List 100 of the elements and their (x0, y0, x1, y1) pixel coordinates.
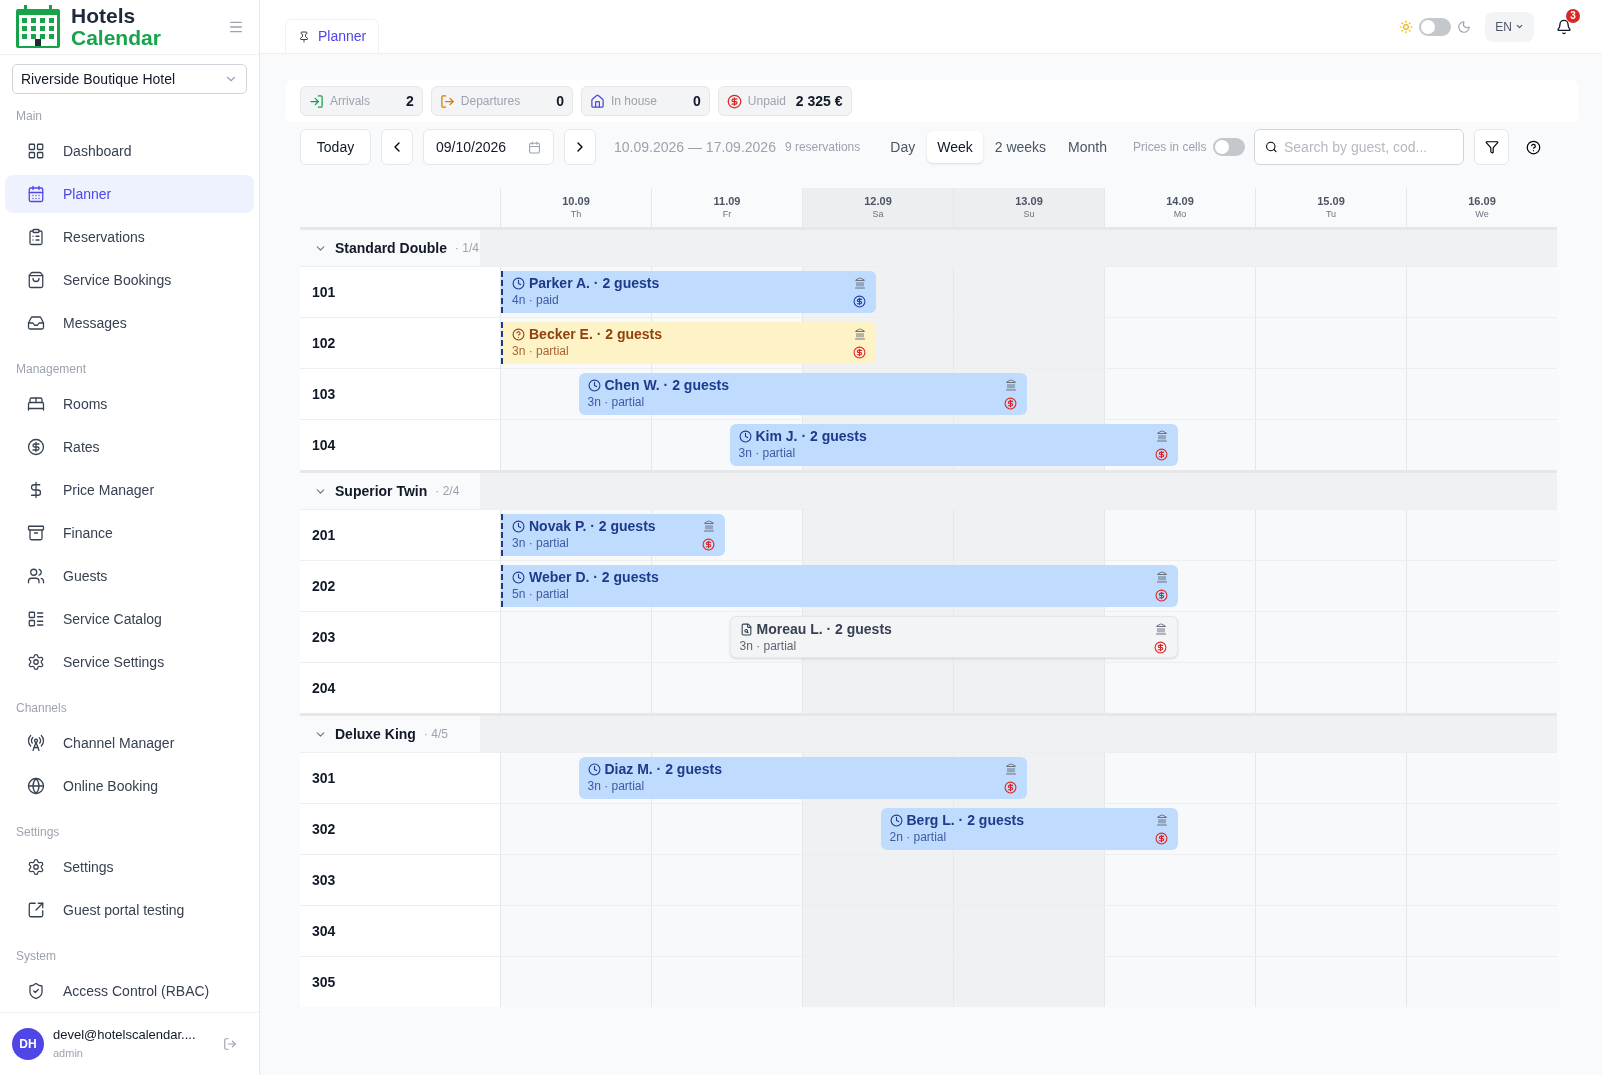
globe-icon (27, 777, 45, 795)
booking-bar[interactable]: Novak P. · 2 guests 3n · partial (501, 514, 725, 556)
hotel-select[interactable]: Riverside Boutique Hotel (12, 64, 247, 94)
nav-item[interactable]: Messages (5, 304, 254, 342)
user-email: devel@hotelscalendar.... (53, 1026, 196, 1044)
user-avatar: DH (12, 1028, 44, 1060)
day-weekday: We (1475, 208, 1489, 220)
view-tab[interactable]: Week (927, 131, 983, 163)
nav-item[interactable]: Online Booking (5, 767, 254, 805)
booking-bar[interactable]: Parker A. · 2 guests 4n · paid (501, 271, 876, 313)
nav-item[interactable]: Access Control (RBAC) (5, 972, 254, 1010)
calendar-icon (27, 185, 45, 203)
booking-bar[interactable]: Kim J. · 2 guests 3n · partial (729, 424, 1178, 466)
logout-icon[interactable] (223, 1037, 237, 1051)
section-label: Management (15, 361, 88, 378)
booking-bar[interactable]: Berg L. · 2 guests 2n · partial (880, 808, 1178, 850)
nav-item[interactable]: Channel Manager (5, 724, 254, 762)
booking-guest: Moreau L. · 2 guests (756, 620, 892, 638)
search-field[interactable]: Search by guest, cod... (1284, 136, 1454, 158)
nav-item[interactable]: Service Catalog (5, 600, 254, 638)
stat-value: 0 (693, 91, 701, 111)
inbox-icon (27, 314, 45, 332)
previous-button[interactable] (381, 129, 413, 165)
booking-bar[interactable]: Becker E. · 2 guests 3n · partial (501, 322, 876, 364)
nav-item[interactable]: Settings (5, 848, 254, 886)
collapse-sidebar-icon[interactable] (228, 19, 244, 35)
today-button[interactable]: Today (300, 129, 371, 165)
nav-item[interactable]: Planner (5, 175, 254, 213)
search-box[interactable]: Search by guest, cod... (1254, 129, 1465, 165)
dashboard-icon (27, 142, 45, 160)
day-date: 12.09 (864, 194, 892, 208)
bank-icon (1004, 763, 1017, 775)
bank-icon (1004, 379, 1017, 391)
theme-toggle[interactable] (1419, 17, 1452, 36)
language-select[interactable]: EN (1485, 11, 1534, 42)
clock-icon (512, 276, 525, 290)
booking-guest: Diaz M. · 2 guests (604, 760, 722, 778)
external-link-icon (27, 901, 45, 919)
date-field[interactable]: 09/10/2026 (423, 129, 554, 165)
prices-label: Prices in cells (1133, 139, 1207, 156)
booking-bar[interactable]: Chen W. · 2 guests 3n · partial (578, 373, 1027, 415)
booking-detail: 3n · partial (512, 535, 569, 552)
room-count: · 2/4 (435, 483, 460, 500)
room-number: 102 (312, 333, 336, 353)
room-number: 202 (312, 576, 336, 596)
clock-icon (512, 519, 525, 533)
day-weekday: Mo (1173, 208, 1187, 220)
filter-button[interactable] (1474, 129, 1510, 165)
bank-icon (1155, 430, 1168, 442)
booking-bar[interactable]: Weber D. · 2 guests 5n · partial (501, 565, 1178, 607)
nav-item[interactable]: Guests (5, 557, 254, 595)
view-tab[interactable]: Month (1058, 131, 1118, 163)
pin-icon (298, 30, 310, 43)
booking-guest: Berg L. · 2 guests (906, 811, 1024, 829)
room-number: 204 (312, 678, 336, 698)
booking-guest: Becker E. · 2 guests (529, 325, 663, 343)
view-tab[interactable]: Day (880, 131, 926, 163)
nav-item[interactable]: Dashboard (5, 132, 254, 170)
booking-bar[interactable]: Diaz M. · 2 guests 3n · partial (578, 757, 1027, 799)
booking-detail: 3n · partial (512, 343, 569, 360)
user-role: admin (53, 1046, 84, 1061)
bag-icon (27, 271, 45, 289)
dollar-circle-icon (27, 438, 45, 456)
filter-icon (1484, 140, 1499, 154)
brand-name: Hotels (71, 5, 137, 27)
nav-item[interactable]: Reservations (5, 218, 254, 256)
booking-bar[interactable]: Moreau L. · 2 guests 3n · partial (729, 616, 1178, 658)
stat-label: In house (611, 93, 658, 110)
archive-icon (27, 524, 45, 542)
nav-item[interactable]: Service Settings (5, 643, 254, 681)
day-weekday: Su (1023, 208, 1035, 220)
nav-item[interactable]: Guest portal testing (5, 891, 254, 929)
room-number: 303 (312, 870, 336, 890)
room-number: 203 (312, 627, 336, 647)
document-search-icon (739, 622, 753, 636)
day-date: 14.09 (1166, 194, 1194, 208)
prices-toggle[interactable] (1213, 138, 1246, 156)
room-number: 301 (312, 768, 336, 788)
page-tab[interactable]: Planner (285, 19, 380, 53)
next-button[interactable] (564, 129, 596, 165)
clock-icon (738, 429, 752, 443)
nav-item[interactable]: Service Bookings (5, 261, 254, 299)
bell-icon[interactable] (1556, 18, 1572, 35)
nav-item[interactable]: Price Manager (5, 471, 254, 509)
antenna-icon (27, 734, 45, 752)
room-number: 304 (312, 921, 336, 941)
view-tab[interactable]: 2 weeks (984, 131, 1057, 163)
room-count: · 4/5 (423, 726, 448, 743)
arrival-icon (309, 93, 324, 109)
nav-item[interactable]: Finance (5, 514, 254, 552)
help-icon[interactable] (1526, 139, 1542, 155)
nav-item[interactable]: Rates (5, 428, 254, 466)
room-number: 201 (312, 525, 336, 545)
clock-icon (889, 813, 903, 827)
departure-icon (439, 93, 455, 109)
section-label: System (15, 948, 57, 965)
booking-guest: Parker A. · 2 guests (529, 274, 660, 292)
bank-icon (1154, 623, 1167, 635)
day-date: 16.09 (1468, 194, 1496, 208)
nav-item[interactable]: Rooms (5, 385, 254, 423)
